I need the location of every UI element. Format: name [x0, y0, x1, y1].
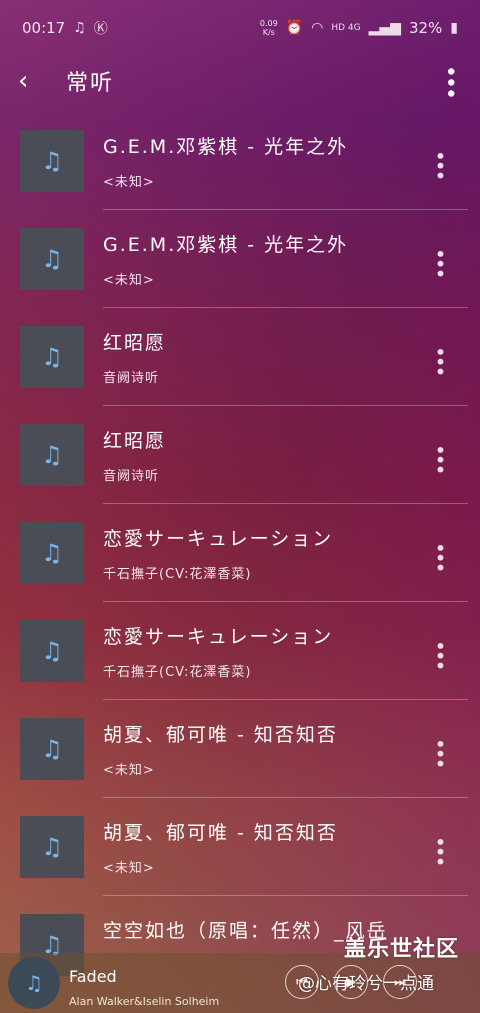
music-note-icon: ♫	[41, 147, 63, 175]
song-title: 红昭愿	[103, 430, 167, 452]
more-vertical-icon[interactable]: •••	[428, 444, 452, 473]
status-time: 00:17	[22, 19, 66, 37]
now-playing-title: Faded	[69, 967, 117, 986]
music-note-icon: ♫	[41, 539, 63, 567]
song-row[interactable]: ♫ 胡夏、郁可唯 - 知否知否 <未知> •••	[0, 798, 480, 896]
music-note-icon: ♫	[25, 971, 43, 995]
song-title: 胡夏、郁可唯 - 知否知否	[103, 724, 338, 746]
song-row[interactable]: ♫ G.E.M.邓紫棋 - 光年之外 <未知> •••	[0, 112, 480, 210]
song-artist: <未知>	[103, 273, 155, 288]
song-text: 胡夏、郁可唯 - 知否知否 <未知>	[103, 720, 413, 778]
song-title: 恋愛サーキュレーション	[103, 528, 334, 550]
album-cover: ♫	[20, 522, 84, 584]
battery-icon: ▮	[450, 20, 458, 36]
song-text: 恋愛サーキュレーション 千石撫子(CV:花澤香菜)	[103, 622, 413, 680]
song-title: G.E.M.邓紫棋 - 光年之外	[103, 136, 349, 158]
song-artist: 千石撫子(CV:花澤香菜)	[103, 665, 252, 680]
mini-player-cover: ♫	[8, 957, 60, 1009]
song-artist: <未知>	[103, 763, 155, 778]
status-right: 0.09 K/s ⏰ ◠ HD 4G ▂▄▆ 32% ▮	[260, 19, 458, 37]
watermark-subtitle: @心有玲兮一点通	[298, 974, 434, 994]
more-vertical-icon: •••	[437, 64, 462, 98]
music-note-icon: ♫	[73, 20, 86, 36]
song-artist: 千石撫子(CV:花澤香菜)	[103, 567, 252, 582]
network-speed: 0.09 K/s	[260, 19, 278, 37]
album-cover: ♫	[20, 620, 84, 682]
chevron-left-icon: ‹	[18, 66, 29, 96]
page-title: 常听	[66, 71, 115, 96]
song-row[interactable]: ♫ 红昭愿 音阙诗听 •••	[0, 308, 480, 406]
more-options-button[interactable]: •••	[437, 64, 462, 98]
album-cover: ♫	[20, 816, 84, 878]
song-artist: <未知>	[103, 861, 155, 876]
app-bar: ‹ 常听 •••	[0, 56, 480, 106]
album-cover: ♫	[20, 718, 84, 780]
song-text: G.E.M.邓紫棋 - 光年之外 <未知>	[103, 230, 413, 288]
music-note-icon: ♫	[41, 343, 63, 371]
song-row[interactable]: ♫ 胡夏、郁可唯 - 知否知否 <未知> •••	[0, 700, 480, 798]
more-vertical-icon[interactable]: •••	[428, 248, 452, 277]
album-cover: ♫	[20, 424, 84, 486]
battery-level: 32%	[408, 19, 443, 37]
back-button[interactable]: ‹	[18, 66, 52, 96]
more-vertical-icon[interactable]: •••	[428, 738, 452, 767]
album-cover: ♫	[20, 326, 84, 388]
music-note-icon: ♫	[41, 441, 63, 469]
now-playing-artist: Alan Walker&Iselin Solheim	[69, 995, 220, 1008]
song-row[interactable]: ♫ 恋愛サーキュレーション 千石撫子(CV:花澤香菜) •••	[0, 602, 480, 700]
status-left: 00:17 ♫ Ⓚ	[22, 18, 108, 38]
album-cover: ♫	[20, 130, 84, 192]
song-artist: <未知>	[103, 175, 155, 190]
more-vertical-icon[interactable]: •••	[428, 542, 452, 571]
album-cover: ♫	[20, 228, 84, 290]
alarm-icon: ⏰	[285, 20, 304, 36]
music-note-icon: ♫	[41, 245, 63, 273]
song-artist: 音阙诗听	[103, 371, 160, 386]
music-note-icon: ♫	[41, 637, 63, 665]
song-text: 红昭愿 音阙诗听	[103, 328, 413, 386]
song-list: ♫ G.E.M.邓紫棋 - 光年之外 <未知> ••• ♫ G.E.M.邓紫棋 …	[0, 112, 480, 994]
music-note-icon: ♫	[41, 735, 63, 763]
song-title: G.E.M.邓紫棋 - 光年之外	[103, 234, 349, 256]
more-vertical-icon[interactable]: •••	[428, 346, 452, 375]
song-text: 红昭愿 音阙诗听	[103, 426, 413, 484]
music-note-icon: ♫	[41, 833, 63, 861]
more-vertical-icon[interactable]: •••	[428, 640, 452, 669]
network-type: HD 4G	[331, 23, 361, 33]
wifi-icon: ◠	[311, 20, 324, 36]
song-row[interactable]: ♫ G.E.M.邓紫棋 - 光年之外 <未知> •••	[0, 210, 480, 308]
song-title: 红昭愿	[103, 332, 167, 354]
song-row[interactable]: ♫ 红昭愿 音阙诗听 •••	[0, 406, 480, 504]
network-speed-value: 0.09	[259, 19, 278, 28]
song-text: 恋愛サーキュレーション 千石撫子(CV:花澤香菜)	[103, 524, 413, 582]
song-text: 胡夏、郁可唯 - 知否知否 <未知>	[103, 818, 413, 876]
status-bar: 00:17 ♫ Ⓚ 0.09 K/s ⏰ ◠ HD 4G ▂▄▆ 32% ▮	[0, 0, 480, 56]
song-title: 恋愛サーキュレーション	[103, 626, 334, 648]
signal-icon: ▂▄▆	[368, 20, 401, 36]
watermark-title: 盖乐世社区	[344, 937, 460, 962]
k-app-icon: Ⓚ	[93, 21, 108, 37]
network-speed-unit: K/s	[262, 28, 275, 37]
song-artist: 音阙诗听	[103, 469, 160, 484]
song-row[interactable]: ♫ 恋愛サーキュレーション 千石撫子(CV:花澤香菜) •••	[0, 504, 480, 602]
song-text: G.E.M.邓紫棋 - 光年之外 <未知>	[103, 132, 413, 190]
more-vertical-icon[interactable]: •••	[428, 150, 452, 179]
more-vertical-icon[interactable]: •••	[428, 836, 452, 865]
song-title: 胡夏、郁可唯 - 知否知否	[103, 822, 338, 844]
